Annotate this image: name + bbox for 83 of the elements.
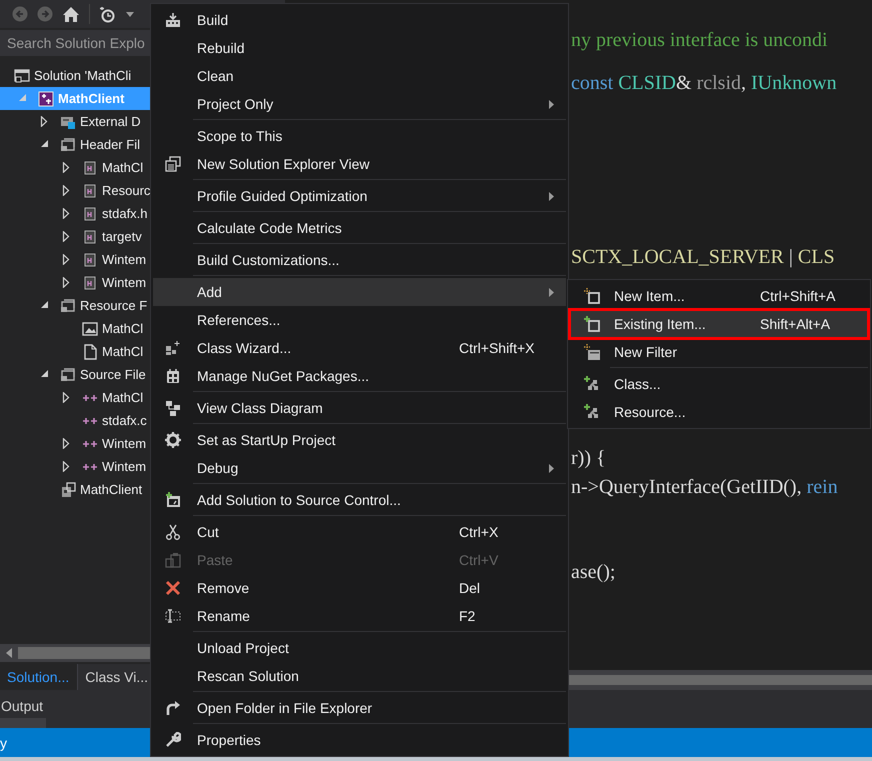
clipboard-icon <box>165 552 181 568</box>
folder-icon <box>60 366 76 382</box>
expanded-arrow-icon[interactable] <box>40 369 49 380</box>
gear-icon <box>165 432 181 448</box>
menu-item[interactable]: Properties <box>153 726 566 754</box>
plus-blocks-icon <box>584 376 600 392</box>
folder-icon <box>60 298 76 314</box>
menu-item[interactable]: Scope to This <box>153 122 566 150</box>
menu-item[interactable]: View Class Diagram <box>153 394 566 422</box>
code-line: SCTX_LOCAL_SERVER | CLS <box>571 245 836 270</box>
collapsed-arrow-icon[interactable] <box>62 208 71 219</box>
code-line: const CLSID& rclsid, IUnknown <box>571 71 838 96</box>
diagram-icon <box>165 400 181 416</box>
menu-item[interactable]: Class... <box>570 370 868 398</box>
code-line: r)) { <box>571 446 607 471</box>
plus-square-icon <box>584 316 600 332</box>
collapsed-arrow-icon[interactable] <box>62 461 71 472</box>
collapsed-arrow-icon[interactable] <box>62 438 71 449</box>
menu-item[interactable]: Resource... <box>570 398 868 426</box>
code-line: n->QueryInterface(GetIID(), rein <box>571 475 839 500</box>
folder-icon <box>60 136 76 152</box>
history-icon[interactable] <box>99 6 117 22</box>
menu-item[interactable]: New Item... Ctrl+Shift+A <box>570 282 868 310</box>
menu-item[interactable]: Profile Guided Optimization <box>153 182 566 210</box>
menu-item[interactable]: Existing Item... Shift+Alt+A <box>570 310 868 338</box>
expanded-arrow-icon[interactable] <box>40 300 49 311</box>
collapsed-arrow-icon[interactable] <box>62 231 71 242</box>
menu-item[interactable]: Class Wizard... Ctrl+Shift+X <box>153 334 566 362</box>
collapsed-arrow-icon[interactable] <box>62 277 71 288</box>
code-line: ny previous interface is uncondi <box>571 28 829 53</box>
sparkle-folder-icon <box>584 344 600 360</box>
caret-icon[interactable] <box>126 12 134 16</box>
image-file-icon <box>82 320 98 336</box>
header-file-icon <box>82 252 98 268</box>
menu-item[interactable]: Manage NuGet Packages... <box>153 362 566 390</box>
download-box-icon <box>165 12 181 28</box>
header-file-icon <box>82 182 98 198</box>
header-file-icon <box>82 160 98 176</box>
expanded-arrow-icon[interactable] <box>40 139 49 150</box>
collapsed-arrow-icon[interactable] <box>62 185 71 196</box>
collapsed-arrow-icon[interactable] <box>62 392 71 403</box>
panel-tab[interactable]: Solution... <box>0 664 78 690</box>
text-cursor-icon <box>165 608 181 624</box>
solution-icon <box>14 68 30 84</box>
header-file-icon <box>82 228 98 244</box>
scroll-left-icon[interactable] <box>6 648 12 658</box>
scissors-icon <box>165 524 181 540</box>
menu-item[interactable]: Debug <box>153 454 566 482</box>
add-folder-icon <box>165 492 181 508</box>
package-icon <box>165 368 181 384</box>
menu-item[interactable]: Rename F2 <box>153 602 566 630</box>
menu-item[interactable]: Calculate Code Metrics <box>153 214 566 242</box>
collapsed-arrow-icon[interactable] <box>40 116 49 127</box>
menu-item[interactable]: Add Solution to Source Control... <box>153 486 566 514</box>
menu-item[interactable]: Unload Project <box>153 634 566 662</box>
header-file-icon <box>82 206 98 222</box>
resource-file-icon <box>60 482 76 498</box>
collapsed-arrow-icon[interactable] <box>62 162 71 173</box>
windows-icon <box>165 156 181 172</box>
document-icon <box>82 344 98 360</box>
output-tab-strip <box>0 718 46 728</box>
menu-item[interactable]: Add <box>153 278 566 306</box>
x-icon <box>165 580 181 596</box>
collapsed-arrow-icon[interactable] <box>62 254 71 265</box>
menu-item[interactable]: Remove Del <box>153 574 566 602</box>
plus-blocks-icon <box>584 404 600 420</box>
sparkle-blocks-icon <box>165 340 181 356</box>
code-line: ase(); <box>571 560 616 585</box>
wrench-icon <box>165 732 181 748</box>
menu-item[interactable]: New Solution Explorer View <box>153 150 566 178</box>
menu-item[interactable]: New Filter <box>570 338 868 366</box>
menu-item[interactable]: Build Customizations... <box>153 246 566 274</box>
curved-arrow-icon <box>165 700 181 716</box>
menu-item[interactable]: Cut Ctrl+X <box>153 518 566 546</box>
status-text: y <box>0 734 7 750</box>
home-icon[interactable] <box>62 6 80 22</box>
project-icon <box>38 90 54 106</box>
header-file-icon <box>82 274 98 290</box>
menu-item[interactable]: Clean <box>153 62 566 90</box>
sparkle-square-icon <box>584 288 600 304</box>
menu-item[interactable]: Open Folder in File Explorer <box>153 694 566 722</box>
menu-item[interactable]: Set as StartUp Project <box>153 426 566 454</box>
menu-item[interactable]: References... <box>153 306 566 334</box>
